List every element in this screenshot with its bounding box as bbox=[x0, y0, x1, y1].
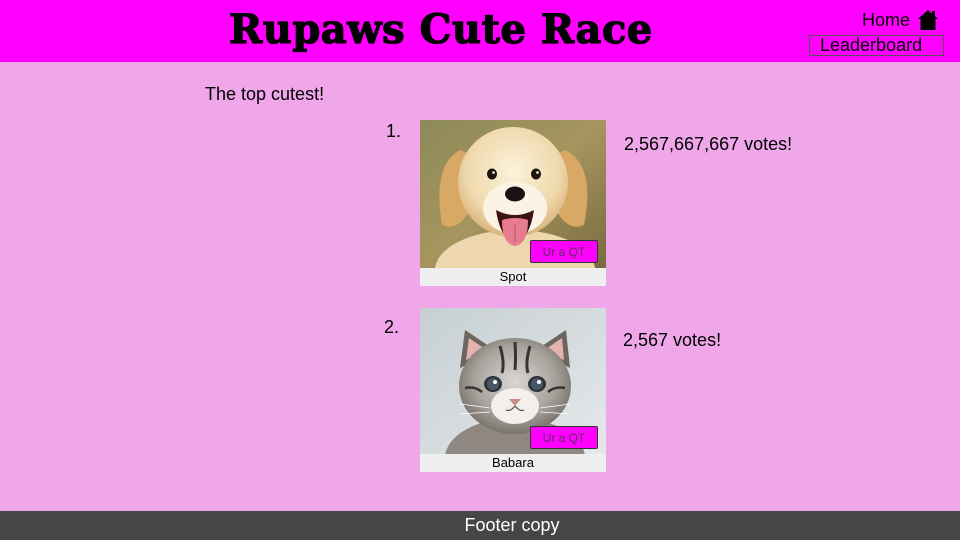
footer-text: Footer copy bbox=[464, 515, 560, 535]
house-icon bbox=[917, 9, 939, 31]
vote-button[interactable]: Ur a QT bbox=[530, 240, 598, 263]
site-header: Rupaws Cute Race Home Leaderboard bbox=[0, 0, 960, 62]
vote-button[interactable]: Ur a QT bbox=[530, 426, 598, 449]
entry-rank: 2. bbox=[384, 317, 400, 337]
entry-rank: 1. bbox=[386, 121, 402, 141]
site-footer: Footer copy bbox=[0, 511, 960, 540]
kitten-photo: Ur a QT bbox=[420, 308, 606, 454]
home-link[interactable]: Home bbox=[862, 9, 939, 31]
pet-card: Ur a QT Spot bbox=[420, 120, 606, 286]
pet-card: Ur a QT Babara bbox=[420, 308, 606, 472]
pet-name: Spot bbox=[420, 268, 606, 286]
vote-count: 2,567 votes! bbox=[623, 330, 722, 350]
intro-text: The top cutest! bbox=[205, 84, 325, 104]
leaderboard-button[interactable]: Leaderboard bbox=[809, 35, 944, 56]
home-link-label: Home bbox=[862, 10, 911, 30]
vote-count: 2,567,667,667 votes! bbox=[624, 134, 793, 154]
puppy-photo: Ur a QT bbox=[420, 120, 606, 268]
site-title: Rupaws Cute Race bbox=[228, 6, 653, 53]
pet-name: Babara bbox=[420, 454, 606, 472]
